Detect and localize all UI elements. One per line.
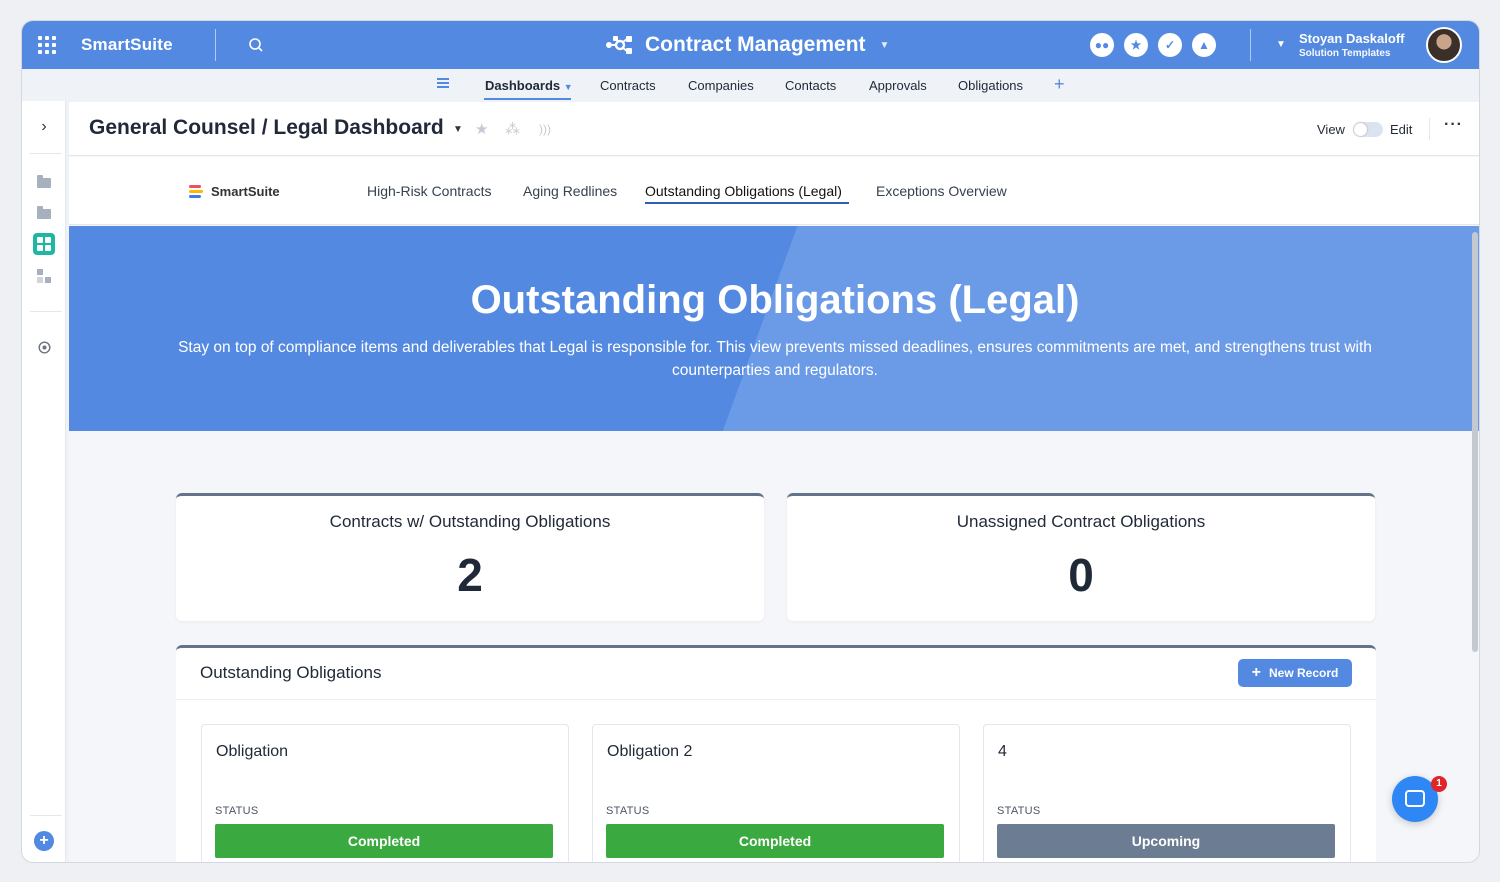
tab-outstanding-obligations[interactable]: Outstanding Obligations (Legal) — [645, 183, 842, 199]
rss-icon[interactable]: ))) — [539, 122, 551, 136]
nav-contracts[interactable]: Contracts — [600, 78, 656, 93]
avatar[interactable] — [1426, 27, 1462, 63]
divider — [30, 815, 62, 816]
folder-icon[interactable] — [36, 175, 52, 191]
kpi-value: 2 — [457, 549, 483, 601]
tab-aging-redlines[interactable]: Aging Redlines — [523, 183, 617, 199]
status-badge: Upcoming — [997, 824, 1335, 858]
kpi-label: Unassigned Contract Obligations — [956, 512, 1206, 531]
hero-description: Stay on top of compliance items and deli… — [178, 339, 1372, 379]
nav-companies[interactable]: Companies — [688, 78, 754, 93]
record-title: 4 — [998, 743, 1007, 760]
brand-logo[interactable]: SmartSuite — [81, 35, 173, 55]
divider — [1250, 29, 1251, 61]
divider — [215, 29, 216, 61]
panel-title: Outstanding Obligations — [200, 663, 382, 682]
plus-icon: + — [1251, 664, 1261, 681]
nav-dashboards[interactable]: Dashboards ▼ — [485, 78, 573, 93]
status-label: STATUS — [215, 805, 259, 817]
active-tab-indicator — [645, 202, 849, 204]
tab-exceptions-overview[interactable]: Exceptions Overview — [876, 183, 1007, 199]
tab-high-risk-contracts[interactable]: High-Risk Contracts — [367, 183, 491, 199]
widgets-icon[interactable] — [36, 268, 52, 284]
smartsuite-logo: SmartSuite — [189, 184, 280, 199]
new-record-button[interactable]: + New Record — [1238, 659, 1352, 687]
active-nav-indicator — [484, 98, 571, 100]
record-card[interactable]: Obligation 2 STATUS Completed — [592, 724, 960, 862]
app-title[interactable]: Contract Management ▼ — [605, 32, 889, 58]
scrollbar[interactable] — [1472, 232, 1478, 652]
chat-icon — [1405, 790, 1425, 807]
dashboard-icon[interactable] — [33, 233, 55, 255]
view-edit-toggle[interactable] — [1353, 122, 1383, 137]
apps-grid-icon[interactable] — [38, 36, 56, 54]
divider — [30, 153, 62, 154]
top-bar: SmartSuite Contract Management ▼ ●● ★ ✓ — [22, 21, 1479, 69]
dashboard-tabs: SmartSuite High-Risk Contracts Aging Red… — [69, 157, 1479, 225]
edit-mode-label: Edit — [1390, 122, 1413, 137]
notification-badge: 1 — [1431, 776, 1447, 792]
sidebar: › + — [22, 101, 66, 862]
kpi-value: 0 — [1068, 549, 1094, 601]
page-title[interactable]: General Counsel / Legal Dashboard — [89, 116, 444, 140]
hero-banner: Outstanding Obligations (Legal) Stay on … — [69, 226, 1479, 431]
divider — [1429, 118, 1430, 140]
smartsuite-logo-icon — [189, 184, 203, 199]
obligations-panel: Outstanding Obligations + New Record Obl… — [176, 645, 1376, 862]
more-options-icon[interactable]: ··· — [1444, 116, 1463, 134]
status-badge: Completed — [215, 824, 553, 858]
kpi-card: Contracts w/ Outstanding Obligations 2 — [176, 493, 764, 621]
chevron-down-icon[interactable]: ▼ — [1276, 39, 1286, 50]
kpi-card: Unassigned Contract Obligations 0 — [787, 493, 1375, 621]
user-workspace: Solution Templates — [1299, 48, 1391, 59]
search-icon[interactable] — [248, 37, 264, 53]
members-icon[interactable]: ⁂ — [505, 120, 520, 138]
star-icon[interactable]: ★ — [1124, 33, 1148, 57]
user-name[interactable]: Stoyan Daskaloff — [1299, 31, 1404, 46]
chevron-down-icon: ▼ — [879, 39, 890, 51]
nav-obligations[interactable]: Obligations — [958, 78, 1023, 93]
settings-icon[interactable] — [36, 339, 52, 355]
record-card[interactable]: 4 STATUS Upcoming — [983, 724, 1351, 862]
add-icon[interactable]: + — [34, 831, 54, 851]
add-table-icon[interactable]: + — [1054, 74, 1065, 95]
nav-contacts[interactable]: Contacts — [785, 78, 836, 93]
logo-text: SmartSuite — [211, 184, 280, 199]
app-title-text: Contract Management — [645, 33, 866, 56]
check-icon[interactable]: ✓ — [1158, 33, 1182, 57]
star-icon[interactable]: ★ — [475, 120, 488, 138]
dashboard-main: General Counsel / Legal Dashboard ▼ ★ ⁂ … — [69, 102, 1479, 862]
bell-icon[interactable]: ▲ — [1192, 33, 1216, 57]
solution-nav: Dashboards ▼ Contracts Companies Contact… — [22, 69, 1479, 101]
nav-approvals[interactable]: Approvals — [869, 78, 927, 93]
kpi-label: Contracts w/ Outstanding Obligations — [329, 512, 611, 531]
divider — [176, 699, 1376, 700]
status-badge: Completed — [606, 824, 944, 858]
divider — [30, 311, 62, 312]
view-mode-label: View — [1317, 122, 1345, 137]
members-icon[interactable]: ●● — [1090, 33, 1114, 57]
status-label: STATUS — [997, 805, 1041, 817]
top-icons: ●● ★ ✓ ▲ — [1090, 33, 1216, 57]
hero-title: Outstanding Obligations (Legal) — [470, 278, 1080, 322]
workflow-icon — [606, 36, 632, 54]
record-title: Obligation — [216, 743, 289, 760]
chevron-down-icon[interactable]: ▼ — [453, 124, 463, 135]
record-card[interactable]: Obligation STATUS Completed — [201, 724, 569, 862]
folder-icon[interactable] — [36, 206, 52, 222]
hamburger-icon[interactable] — [437, 78, 449, 88]
app-window: SmartSuite Contract Management ▼ ●● ★ ✓ — [21, 20, 1480, 863]
expand-sidebar-icon[interactable]: › — [36, 118, 52, 135]
status-label: STATUS — [606, 805, 650, 817]
chevron-down-icon: ▼ — [563, 82, 573, 92]
dashboard-header: General Counsel / Legal Dashboard ▼ ★ ⁂ … — [69, 102, 1479, 156]
record-title: Obligation 2 — [607, 743, 693, 760]
